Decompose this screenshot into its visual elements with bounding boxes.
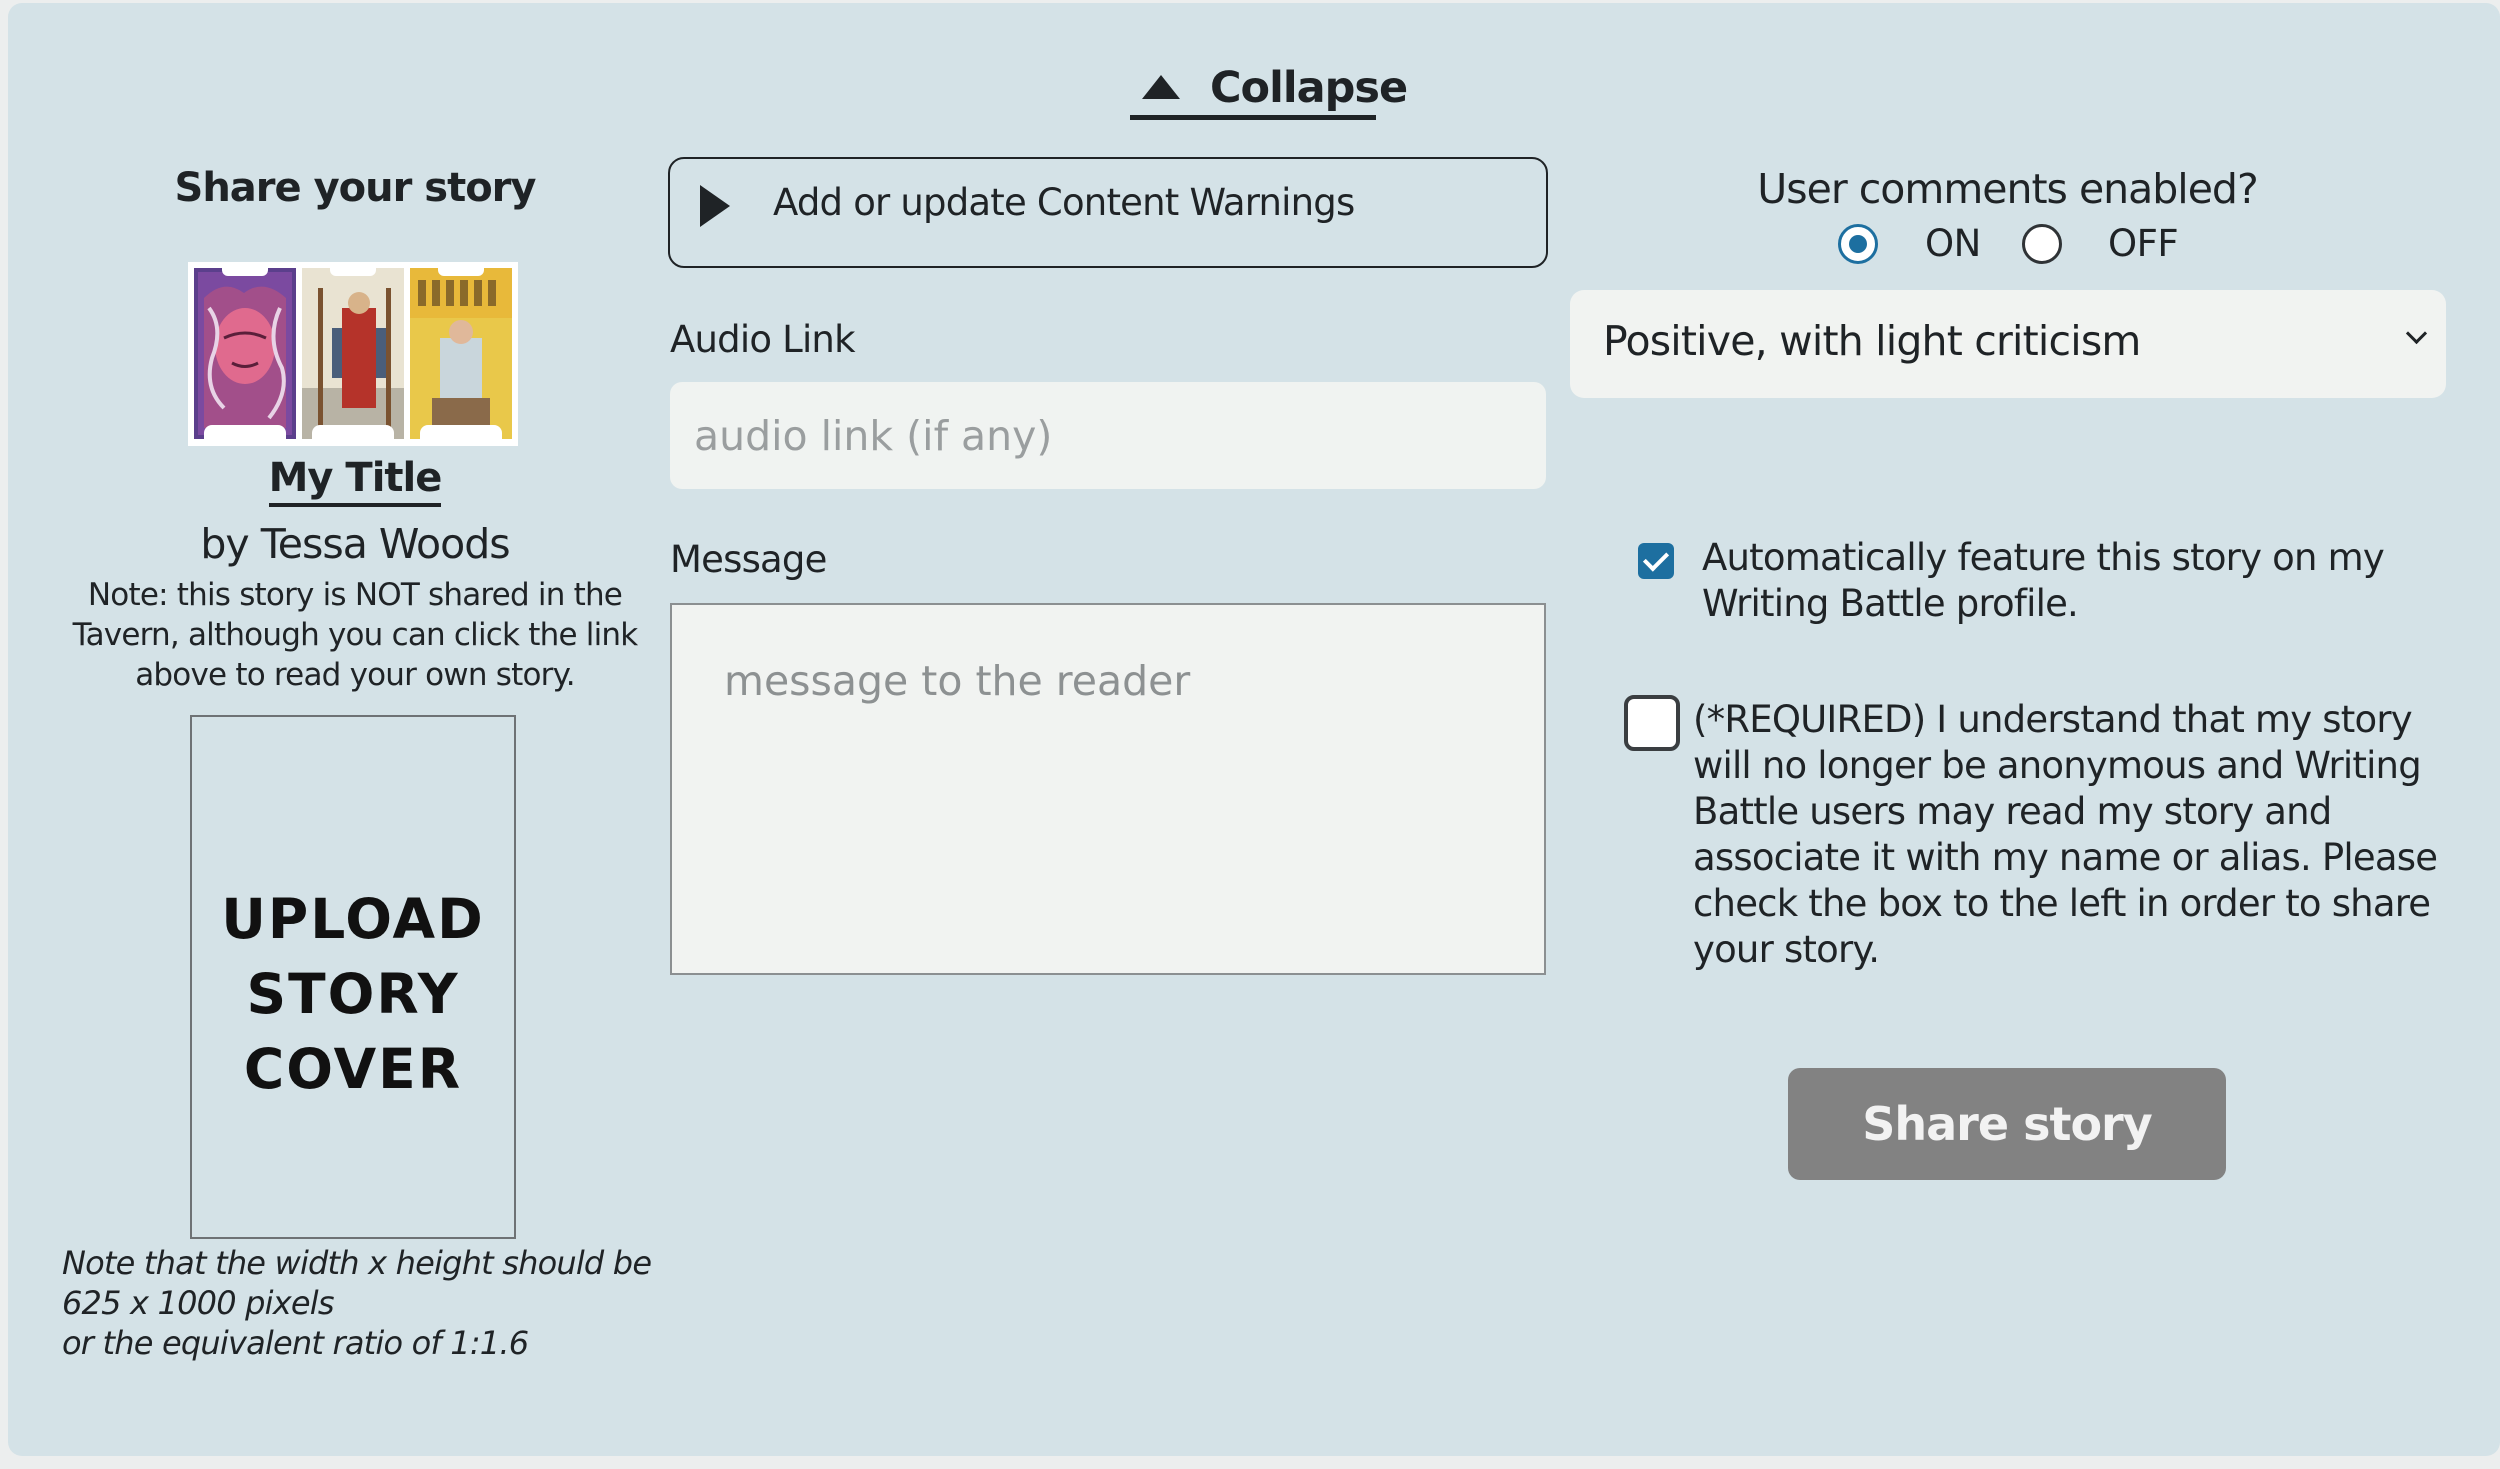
collapse-underline	[1130, 115, 1376, 120]
share-story-button[interactable]: Share story	[1788, 1068, 2226, 1180]
comments-on-radio[interactable]	[1838, 224, 1878, 264]
story-title-link[interactable]: My Title	[60, 455, 650, 507]
tarot-cards-image	[188, 262, 518, 446]
chevron-down-icon	[2405, 322, 2428, 345]
feedback-type-select[interactable]: Positive, with light criticism	[1570, 290, 2446, 398]
feedback-type-value: Positive, with light criticism	[1603, 317, 2141, 365]
upload-story-cover-button[interactable]: UPLOAD STORY COVER	[190, 715, 516, 1239]
collapse-label: Collapse	[1210, 63, 1408, 113]
share-your-story-heading: Share your story	[174, 165, 537, 211]
audio-link-input[interactable]	[670, 382, 1546, 489]
content-warnings-toggle[interactable]: Add or update Content Warnings	[668, 157, 1548, 268]
comments-on-label: ON	[1925, 222, 1981, 265]
comments-enabled-question: User comments enabled?	[1757, 165, 2258, 213]
comments-off-radio[interactable]	[2022, 224, 2062, 264]
comments-off-label: OFF	[2108, 222, 2179, 265]
triangle-right-icon	[700, 185, 730, 227]
auto-feature-text: Automatically feature this story on my W…	[1702, 536, 2385, 625]
audio-link-label: Audio Link	[670, 318, 856, 361]
required-consent-text: (*REQUIRED) I understand that my story w…	[1693, 698, 2438, 971]
message-textarea[interactable]	[670, 603, 1546, 975]
content-warnings-label: Add or update Content Warnings	[773, 181, 1355, 224]
tarot-card-image	[302, 268, 404, 439]
upload-cover-text: UPLOAD STORY COVER	[221, 887, 485, 1101]
tarot-card-image	[194, 268, 296, 439]
tavern-note: Note: this story is NOT shared in the Ta…	[72, 577, 639, 693]
cover-dimensions-note: Note that the width x height should be 6…	[62, 1244, 652, 1362]
message-label: Message	[670, 538, 827, 581]
collapse-button[interactable]: Collapse	[1130, 55, 1408, 125]
required-consent-checkbox[interactable]	[1624, 695, 1680, 751]
auto-feature-checkbox[interactable]	[1638, 543, 1674, 579]
triangle-up-icon	[1142, 75, 1180, 99]
author-byline: by Tessa Woods	[200, 520, 510, 568]
tarot-card-image	[410, 268, 512, 439]
